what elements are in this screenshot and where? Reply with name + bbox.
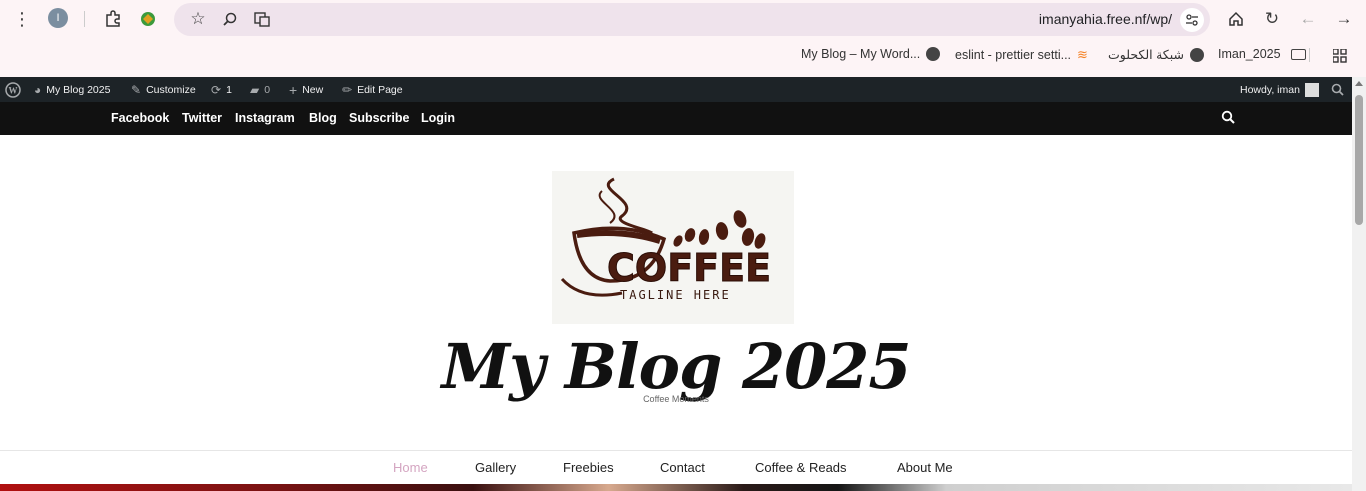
browser-chrome: ⋮ I ☆ imanyahia.free.nf/wp/ ↻ ← → My Blo… [0, 0, 1366, 77]
admin-site-name[interactable]: ◕ My Blog 2025 [34, 77, 110, 102]
top-nav-blog[interactable]: Blog [309, 111, 337, 125]
back-arrow-icon[interactable]: ← [1298, 9, 1318, 29]
translate-icon[interactable] [252, 9, 272, 29]
forward-arrow-icon[interactable]: → [1334, 9, 1354, 29]
bookmark-label: شبكة الكحلوت [1108, 48, 1184, 62]
admin-updates[interactable]: ⟳ 1 [211, 77, 232, 102]
scroll-thumb[interactable] [1355, 95, 1363, 225]
main-nav-contact[interactable]: Contact [660, 460, 705, 475]
logo-tagline: TAGLINE HERE [620, 288, 731, 302]
page-scrollbar[interactable] [1352, 77, 1366, 491]
bookmark-folder-iman[interactable]: Iman_2025 [1218, 47, 1306, 61]
top-nav-subscribe[interactable]: Subscribe [349, 111, 409, 125]
site-tagline: Coffee Moments [643, 394, 709, 404]
hero-image [0, 484, 1352, 491]
site-title[interactable]: My Blog 2025 [0, 330, 1352, 403]
updates-icon: ⟳ [211, 82, 222, 97]
zoom-icon[interactable] [220, 9, 240, 29]
url-text[interactable]: imanyahia.free.nf/wp/ [1039, 11, 1172, 27]
home-icon[interactable] [1226, 9, 1246, 29]
admin-search-icon[interactable] [1331, 77, 1344, 102]
comment-bubble-icon: ▰ [250, 82, 260, 97]
admin-howdy[interactable]: Howdy, iman [1240, 77, 1319, 102]
admin-comments[interactable]: ▰ 0 [250, 77, 270, 102]
logo-word: COFFEE [607, 246, 771, 290]
admin-edit-page[interactable]: ✏ Edit Page [342, 77, 403, 102]
folder-icon [1290, 48, 1306, 60]
address-bar[interactable]: ☆ imanyahia.free.nf/wp/ [174, 3, 1210, 36]
wp-admin-bar: W ◕ My Blog 2025 ✎ Customize ⟳ 1 ▰ 0 + N… [0, 77, 1352, 102]
reload-icon[interactable]: ↻ [1262, 9, 1282, 29]
extension-green-icon[interactable] [138, 9, 158, 29]
bookmark-my-blog[interactable]: My Blog – My Word... [801, 47, 941, 61]
divider [84, 11, 85, 27]
stackoverflow-icon: ≋ [1077, 47, 1088, 62]
globe-icon [1189, 47, 1204, 62]
top-nav-twitter[interactable]: Twitter [182, 111, 222, 125]
menu-kebab-icon[interactable]: ⋮ [12, 9, 32, 29]
extensions-puzzle-icon[interactable] [103, 9, 123, 29]
bookmark-eslint[interactable]: eslint - prettier setti... ≋ [955, 47, 1088, 63]
main-nav: Home Gallery Freebies Contact Coffee & R… [0, 450, 1352, 484]
brush-icon: ✎ [131, 82, 142, 97]
main-nav-gallery[interactable]: Gallery [475, 460, 516, 475]
top-nav-login[interactable]: Login [421, 111, 455, 125]
bookmark-label: Iman_2025 [1218, 47, 1281, 61]
top-nav-bar: Facebook Twitter Instagram Blog Subscrib… [0, 102, 1352, 135]
pencil-icon: ✏ [342, 82, 353, 97]
bookmark-label: eslint - prettier setti... [955, 48, 1072, 62]
admin-customize[interactable]: ✎ Customize [131, 77, 196, 102]
profile-avatar[interactable]: I [48, 8, 68, 28]
top-nav-instagram[interactable]: Instagram [235, 111, 295, 125]
bookmark-arabic[interactable]: شبكة الكحلوت [1108, 47, 1204, 62]
top-nav-facebook[interactable]: Facebook [111, 111, 169, 125]
scroll-up-arrow-icon[interactable] [1355, 81, 1363, 86]
plus-icon: + [289, 81, 298, 98]
svg-text:W: W [9, 85, 18, 95]
main-nav-home[interactable]: Home [393, 460, 428, 475]
admin-new[interactable]: + New [289, 77, 323, 102]
apps-grid-icon[interactable] [1330, 46, 1350, 66]
dashboard-icon: ◕ [34, 82, 42, 97]
bookmark-star-icon[interactable]: ☆ [188, 9, 208, 29]
main-nav-freebies[interactable]: Freebies [563, 460, 614, 475]
wordpress-logo-icon[interactable]: W [5, 77, 21, 102]
site-logo[interactable]: COFFEE TAGLINE HERE [552, 171, 794, 324]
main-nav-coffee-reads[interactable]: Coffee & Reads [755, 460, 847, 475]
main-nav-about-me[interactable]: About Me [897, 460, 953, 475]
globe-icon [926, 47, 941, 61]
site-settings-icon[interactable] [1180, 8, 1204, 32]
avatar [1304, 82, 1319, 97]
divider [1309, 48, 1310, 62]
bookmark-label: My Blog – My Word... [801, 47, 921, 61]
search-icon[interactable] [1221, 110, 1235, 129]
